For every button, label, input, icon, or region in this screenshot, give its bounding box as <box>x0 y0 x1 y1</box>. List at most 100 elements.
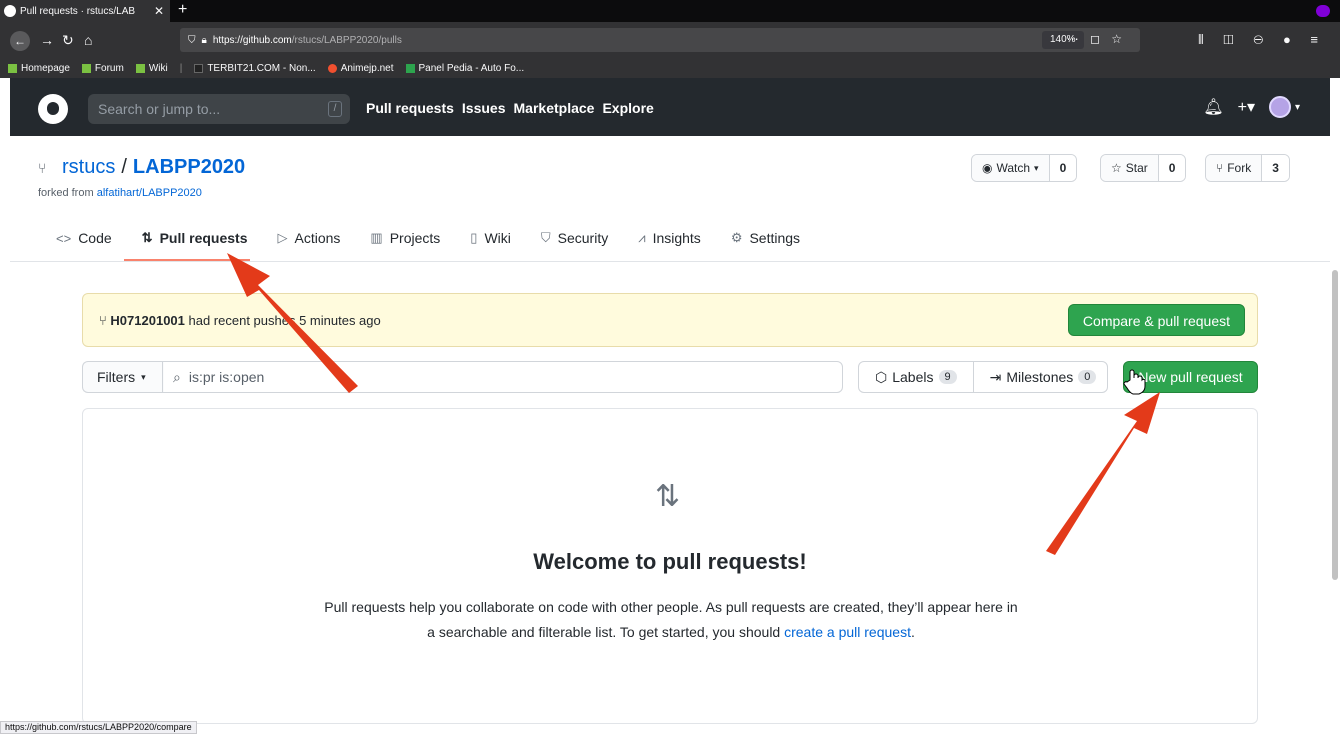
eye-icon: ◉ <box>982 161 993 175</box>
labels-milestones-group: ⬡ Labels 9 ⇥ Milestones 0 <box>858 361 1108 393</box>
branch-name[interactable]: H071201001 <box>110 313 184 328</box>
book-icon: ▯ <box>470 230 478 245</box>
browser-tab[interactable]: Pull requests · rstucs/LAB ✕ <box>0 0 170 22</box>
bookmark-forum[interactable]: Forum <box>81 63 124 74</box>
page-scrollbar[interactable] <box>1332 270 1338 580</box>
fork-icon: ⑂ <box>1216 161 1224 175</box>
toolbar-icons[interactable]: ⫴ ◫ ⊖ ● ≡ <box>1198 32 1326 48</box>
project-icon: ▥ <box>370 230 383 245</box>
header-nav-marketplace[interactable]: Marketplace <box>514 100 595 116</box>
bookmark-homepage[interactable]: Homepage <box>8 63 70 74</box>
bookmark-terbit21[interactable]: TERBIT21.COM - Non... <box>194 63 316 74</box>
watch-button[interactable]: ◉ Watch ▾ <box>972 155 1050 181</box>
shield-icon: ⛉ <box>540 230 551 245</box>
pull-request-icon: ⇅ <box>141 230 153 245</box>
avatar[interactable] <box>1268 96 1291 118</box>
address-bar[interactable]: ⛉ 🔒︎ https://github.com/rstucs/LABPP2020… <box>180 28 1140 52</box>
labels-button[interactable]: ⬡ Labels 9 <box>859 362 973 392</box>
labels-count: 9 <box>938 370 957 384</box>
search-placeholder: Search or jump to... <box>98 101 221 117</box>
bookmark-favicon-icon <box>194 63 204 73</box>
code-icon: <> <box>56 230 72 246</box>
new-pull-request-button[interactable]: New pull request <box>1123 361 1258 393</box>
gear-icon: ⚙ <box>730 230 743 245</box>
star-count[interactable]: 0 <box>1158 155 1186 181</box>
pr-search-query: is:pr is:open <box>188 369 265 385</box>
milestones-count: 0 <box>1078 370 1097 384</box>
graph-icon: ⩘ <box>638 230 646 245</box>
home-icon[interactable]: ⌂ <box>84 32 92 48</box>
url-host: https://github.com <box>212 34 292 46</box>
filters-dropdown[interactable]: Filters ▾ <box>82 361 164 393</box>
lock-icon: 🔒︎ <box>201 34 207 46</box>
star-icon: ☆ <box>1111 161 1122 175</box>
plus-dropdown-icon[interactable]: +▾ <box>1238 97 1255 117</box>
repo-fork-icon: ⑂ <box>38 160 47 176</box>
chevron-down-icon[interactable]: ▾ <box>1295 102 1300 113</box>
tab-insights[interactable]: ⩘ Insights <box>638 230 701 246</box>
bookmarks-toolbar: Homepage Forum Wiki | TERBIT21.COM - Non… <box>0 58 1340 78</box>
bell-icon[interactable]: 🔔︎ <box>1203 97 1223 117</box>
search-input[interactable]: Search or jump to... / <box>88 94 350 124</box>
search-shortcut-key: / <box>328 101 342 117</box>
bookmark-wiki[interactable]: Wiki <box>135 63 168 74</box>
milestones-button[interactable]: ⇥ Milestones 0 <box>972 362 1113 392</box>
repo-name-link[interactable]: LABPP2020 <box>133 156 245 178</box>
bookmark-favicon-icon <box>327 63 337 73</box>
back-arrow-icon[interactable]: ← <box>10 31 30 51</box>
bookmark-animejp[interactable]: Animejp.net <box>327 63 394 74</box>
github-logo-icon[interactable] <box>38 94 68 124</box>
create-pull-request-link[interactable]: create a pull request <box>784 624 911 640</box>
star-button[interactable]: ☆ Star <box>1101 155 1159 181</box>
tab-projects[interactable]: ▥ Projects <box>370 230 440 246</box>
fork-button[interactable]: ⑂ Fork <box>1206 155 1263 181</box>
reload-icon[interactable]: ↻ <box>62 32 74 48</box>
bookmark-favicon-icon <box>8 63 17 73</box>
repo-owner-link[interactable]: rstucs <box>62 156 115 178</box>
tab-wiki[interactable]: ▯ Wiki <box>470 230 511 246</box>
forward-arrow-icon[interactable]: → <box>40 32 54 48</box>
tab-actions[interactable]: ▷ Actions <box>277 230 340 246</box>
milestone-icon: ⇥ <box>989 368 1002 385</box>
bookmark-favicon-icon <box>135 63 145 73</box>
header-nav: Pull requests Issues Marketplace Explore <box>366 100 654 116</box>
blankslate-title: Welcome to pull requests! <box>533 549 807 574</box>
github-favicon-icon <box>4 5 16 17</box>
tabs-divider <box>10 261 1330 262</box>
new-tab-button[interactable]: + <box>178 1 187 19</box>
tab-title: Pull requests · rstucs/LAB <box>20 5 136 17</box>
forked-from: forked from alfatihart/LABPP2020 <box>38 187 202 199</box>
fork-button-group: ⑂ Fork 3 <box>1205 154 1290 182</box>
header-nav-issues[interactable]: Issues <box>462 100 506 116</box>
watch-count[interactable]: 0 <box>1049 155 1077 181</box>
fork-count[interactable]: 3 <box>1262 155 1289 181</box>
header-nav-explore[interactable]: Explore <box>602 100 653 116</box>
bookmark-separator: | <box>179 62 183 74</box>
pr-search-input[interactable]: ⌕ is:pr is:open <box>162 361 843 393</box>
blankslate: ⇅ Welcome to pull requests! Pull request… <box>82 408 1258 724</box>
bookmark-favicon-icon <box>81 63 91 73</box>
compare-pull-request-button[interactable]: Compare & pull request <box>1067 304 1245 336</box>
bookmark-favicon-icon <box>405 63 415 73</box>
private-browsing-icon <box>1316 5 1330 17</box>
shield-icon: ⛉ <box>188 34 196 46</box>
play-icon: ▷ <box>277 230 288 245</box>
star-button-group: ☆ Star 0 <box>1100 154 1187 182</box>
forked-from-prefix: forked from <box>38 187 94 199</box>
chevron-down-icon: ▾ <box>1034 162 1039 173</box>
tab-code[interactable]: <> Code <box>56 230 112 246</box>
tab-settings[interactable]: ⚙ Settings <box>731 230 800 246</box>
tab-pull-requests[interactable]: ⇅ Pull requests <box>142 230 248 246</box>
header-nav-pull-requests[interactable]: Pull requests <box>366 100 454 116</box>
tab-security[interactable]: ⛉ Security <box>541 230 608 246</box>
forked-from-link[interactable]: alfatihart/LABPP2020 <box>97 187 202 199</box>
bookmark-panel-pedia[interactable]: Panel Pedia - Auto Fo... <box>405 63 524 74</box>
browser-navigation-bar: ← → ↻ ⌂ ⛉ 🔒︎ https://github.com/rstucs/L… <box>0 22 1340 58</box>
tag-icon: ⬡ <box>875 368 888 385</box>
repo-tabs: <> Code ⇅ Pull requests ▷ Actions ▥ Projects… <box>56 230 800 246</box>
page-actions-icons[interactable]: ⋯ ◻ ☆ <box>1067 32 1126 46</box>
tab-close-icon[interactable]: ✕ <box>154 4 170 18</box>
watch-button-group: ◉ Watch ▾ 0 <box>971 154 1078 182</box>
branch-icon: ⑂ <box>99 313 111 328</box>
browser-tab-bar: Pull requests · rstucs/LAB ✕ + <box>0 0 1340 22</box>
